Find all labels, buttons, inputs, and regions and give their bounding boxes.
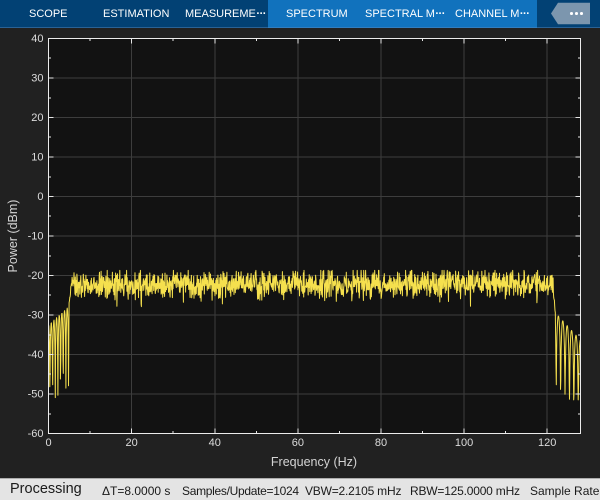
svg-text:Frequency (Hz): Frequency (Hz)	[271, 455, 357, 469]
svg-text:-30: -30	[28, 310, 44, 322]
svg-text:-50: -50	[28, 389, 44, 401]
svg-text:10: 10	[31, 152, 43, 164]
svg-text:0: 0	[45, 437, 51, 449]
svg-text:0: 0	[37, 191, 43, 203]
svg-text:20: 20	[125, 437, 137, 449]
svg-text:40: 40	[209, 437, 221, 449]
svg-text:-40: -40	[28, 349, 44, 361]
svg-text:60: 60	[292, 437, 304, 449]
svg-text:-60: -60	[28, 428, 44, 440]
svg-text:30: 30	[31, 73, 43, 85]
svg-text:-10: -10	[28, 231, 44, 243]
svg-text:80: 80	[375, 437, 387, 449]
svg-text:-20: -20	[28, 270, 44, 282]
svg-text:20: 20	[31, 112, 43, 124]
svg-text:120: 120	[538, 437, 556, 449]
svg-text:100: 100	[455, 437, 473, 449]
svg-text:Power (dBm): Power (dBm)	[6, 200, 20, 273]
svg-text:40: 40	[31, 33, 43, 45]
